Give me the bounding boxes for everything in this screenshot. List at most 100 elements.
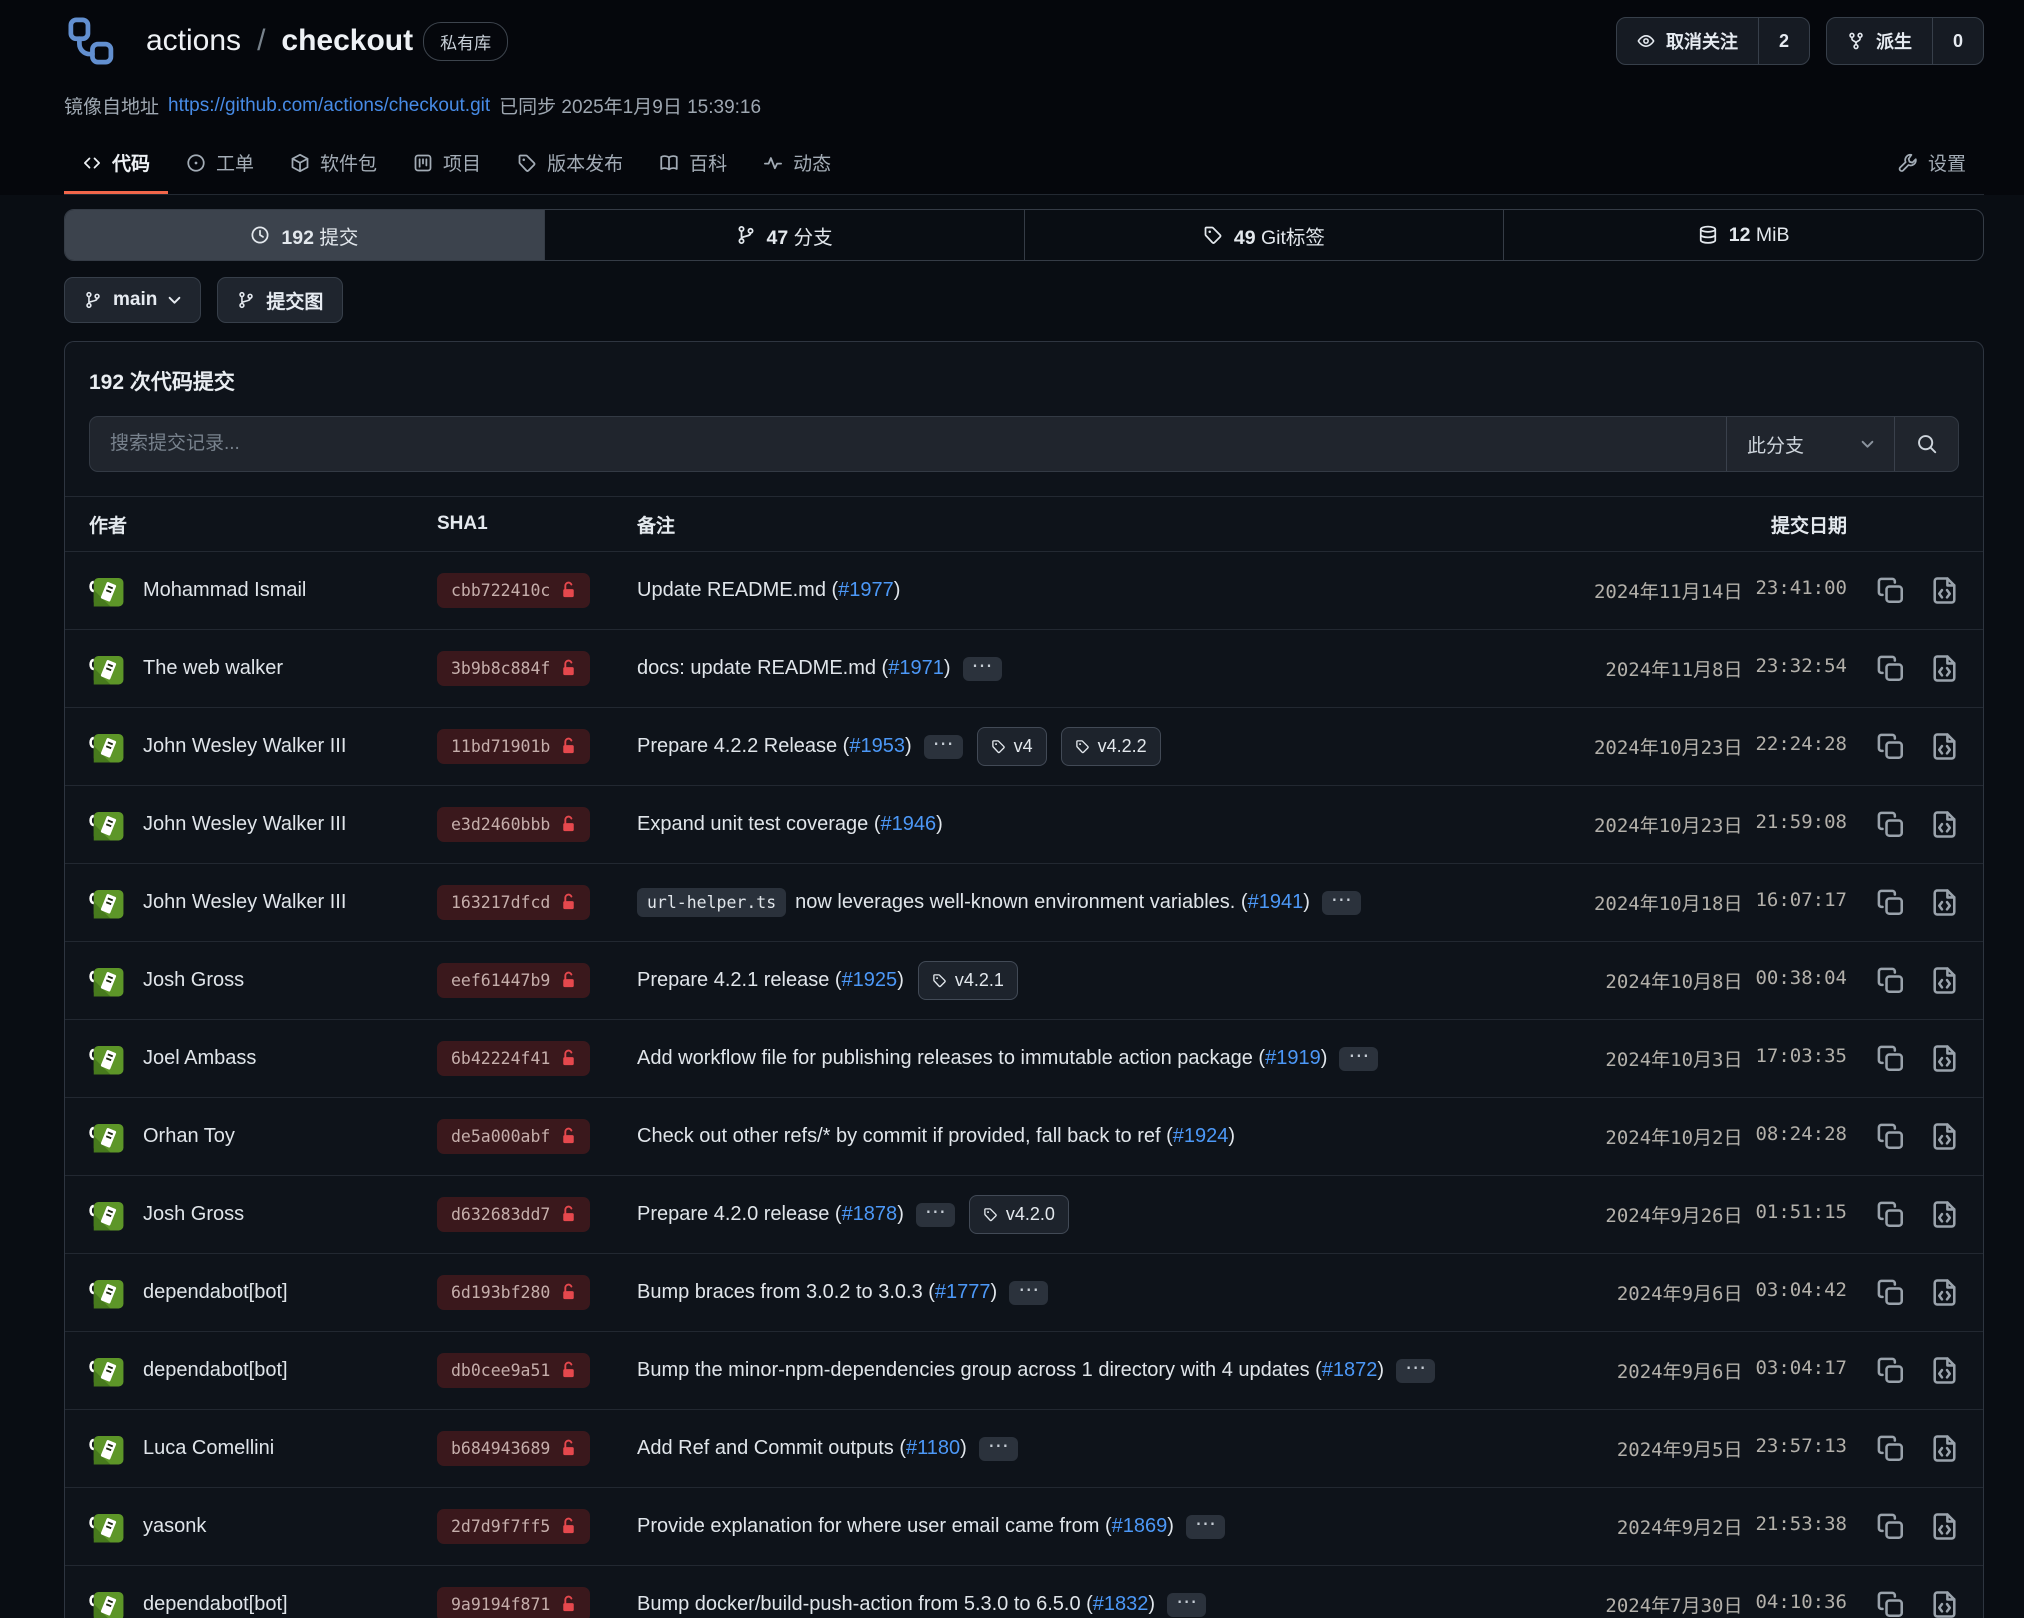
- commit-sha-badge[interactable]: eef61447b9: [437, 963, 590, 998]
- author-name[interactable]: Josh Gross: [143, 1203, 244, 1226]
- stat-size[interactable]: 12 MiB: [1503, 210, 1983, 260]
- view-source-icon[interactable]: [1930, 1200, 1959, 1229]
- expand-message-button[interactable]: ⋯: [963, 657, 1002, 681]
- author-name[interactable]: Orhan Toy: [143, 1125, 235, 1148]
- copy-sha-icon[interactable]: [1876, 1044, 1905, 1073]
- view-source-icon[interactable]: [1930, 1278, 1959, 1307]
- search-input[interactable]: [90, 417, 1726, 471]
- author-name[interactable]: John Wesley Walker III: [143, 891, 346, 914]
- issue-link[interactable]: #1924: [1173, 1125, 1229, 1148]
- copy-sha-icon[interactable]: [1876, 1434, 1905, 1463]
- tab-code[interactable]: 代码: [64, 139, 168, 194]
- avatar[interactable]: [89, 1040, 127, 1078]
- view-source-icon[interactable]: [1930, 1356, 1959, 1385]
- repo-owner-link[interactable]: actions: [146, 24, 241, 58]
- issue-link[interactable]: #1869: [1112, 1515, 1168, 1538]
- author-name[interactable]: dependabot[bot]: [143, 1593, 288, 1616]
- view-source-icon[interactable]: [1930, 1044, 1959, 1073]
- view-source-icon[interactable]: [1930, 732, 1959, 761]
- copy-sha-icon[interactable]: [1876, 732, 1905, 761]
- commit-sha-badge[interactable]: d632683dd7: [437, 1197, 590, 1232]
- avatar[interactable]: [89, 1274, 127, 1312]
- issue-link[interactable]: #1971: [888, 657, 944, 680]
- issue-link[interactable]: #1919: [1265, 1047, 1321, 1070]
- copy-sha-icon[interactable]: [1876, 576, 1905, 605]
- repo-name-link[interactable]: checkout: [281, 24, 413, 58]
- avatar[interactable]: [89, 884, 127, 922]
- expand-message-button[interactable]: ⋯: [1322, 891, 1361, 915]
- forks-count[interactable]: 0: [1932, 18, 1983, 64]
- issue-link[interactable]: #1878: [842, 1203, 898, 1226]
- commit-sha-badge[interactable]: de5a000abf: [437, 1119, 590, 1154]
- issue-link[interactable]: #1180: [906, 1437, 960, 1460]
- site-logo-icon[interactable]: [64, 14, 120, 68]
- commit-sha-badge[interactable]: 2d7d9f7ff5: [437, 1509, 590, 1544]
- commit-sha-badge[interactable]: 163217dfcd: [437, 885, 590, 920]
- copy-sha-icon[interactable]: [1876, 810, 1905, 839]
- tag-badge[interactable]: v4: [977, 727, 1047, 766]
- issue-link[interactable]: #1977: [838, 579, 894, 602]
- expand-message-button[interactable]: ⋯: [1167, 1593, 1206, 1617]
- tab-settings[interactable]: 设置: [1880, 139, 1984, 194]
- copy-sha-icon[interactable]: [1876, 1200, 1905, 1229]
- fork-button[interactable]: 派生: [1827, 18, 1932, 64]
- avatar[interactable]: [89, 962, 127, 1000]
- unwatch-button[interactable]: 取消关注: [1617, 18, 1758, 64]
- issue-link[interactable]: #1832: [1093, 1593, 1149, 1616]
- avatar[interactable]: [89, 1196, 127, 1234]
- commit-graph-button[interactable]: 提交图: [217, 277, 343, 323]
- author-name[interactable]: John Wesley Walker III: [143, 735, 346, 758]
- tab-projects[interactable]: 项目: [395, 139, 499, 194]
- issue-link[interactable]: #1946: [880, 813, 936, 836]
- commit-sha-badge[interactable]: b684943689: [437, 1431, 590, 1466]
- watchers-count[interactable]: 2: [1758, 18, 1809, 64]
- copy-sha-icon[interactable]: [1876, 1122, 1905, 1151]
- author-name[interactable]: Josh Gross: [143, 969, 244, 992]
- expand-message-button[interactable]: ⋯: [1186, 1515, 1225, 1539]
- expand-message-button[interactable]: ⋯: [1396, 1359, 1435, 1383]
- commit-sha-badge[interactable]: db0cee9a51: [437, 1353, 590, 1388]
- commit-sha-badge[interactable]: 11bd71901b: [437, 729, 590, 764]
- copy-sha-icon[interactable]: [1876, 1278, 1905, 1307]
- avatar[interactable]: [89, 1430, 127, 1468]
- issue-link[interactable]: #1953: [849, 735, 905, 758]
- mirror-url-link[interactable]: https://github.com/actions/checkout.git: [168, 95, 490, 117]
- branch-scope-dropdown[interactable]: 此分支: [1726, 417, 1894, 471]
- avatar[interactable]: [89, 1352, 127, 1390]
- avatar[interactable]: [89, 1118, 127, 1156]
- author-name[interactable]: John Wesley Walker III: [143, 813, 346, 836]
- expand-message-button[interactable]: ⋯: [924, 735, 963, 759]
- view-source-icon[interactable]: [1930, 576, 1959, 605]
- issue-link[interactable]: #1777: [935, 1281, 991, 1304]
- search-button[interactable]: [1894, 417, 1958, 471]
- commit-sha-badge[interactable]: 6d193bf280: [437, 1275, 590, 1310]
- copy-sha-icon[interactable]: [1876, 654, 1905, 683]
- avatar[interactable]: [89, 806, 127, 844]
- avatar[interactable]: [89, 728, 127, 766]
- commit-sha-badge[interactable]: 9a9194f871: [437, 1587, 590, 1618]
- tab-wiki[interactable]: 百科: [641, 139, 745, 194]
- commit-sha-badge[interactable]: cbb722410c: [437, 573, 590, 608]
- author-name[interactable]: The web walker: [143, 657, 283, 680]
- commit-sha-badge[interactable]: e3d2460bbb: [437, 807, 590, 842]
- issue-link[interactable]: #1925: [842, 969, 898, 992]
- expand-message-button[interactable]: ⋯: [979, 1437, 1018, 1461]
- author-name[interactable]: Luca Comellini: [143, 1437, 274, 1460]
- avatar[interactable]: [89, 1586, 127, 1618]
- tag-badge[interactable]: v4.2.0: [969, 1195, 1069, 1234]
- view-source-icon[interactable]: [1930, 654, 1959, 683]
- copy-sha-icon[interactable]: [1876, 1590, 1905, 1618]
- copy-sha-icon[interactable]: [1876, 1356, 1905, 1385]
- avatar[interactable]: [89, 1508, 127, 1546]
- avatar[interactable]: [89, 572, 127, 610]
- view-source-icon[interactable]: [1930, 810, 1959, 839]
- author-name[interactable]: Mohammad Ismail: [143, 579, 306, 602]
- author-name[interactable]: dependabot[bot]: [143, 1281, 288, 1304]
- copy-sha-icon[interactable]: [1876, 888, 1905, 917]
- tab-issues[interactable]: 工单: [168, 139, 272, 194]
- issue-link[interactable]: #1941: [1248, 891, 1304, 914]
- tab-packages[interactable]: 软件包: [272, 139, 395, 194]
- author-name[interactable]: dependabot[bot]: [143, 1359, 288, 1382]
- avatar[interactable]: [89, 650, 127, 688]
- copy-sha-icon[interactable]: [1876, 1512, 1905, 1541]
